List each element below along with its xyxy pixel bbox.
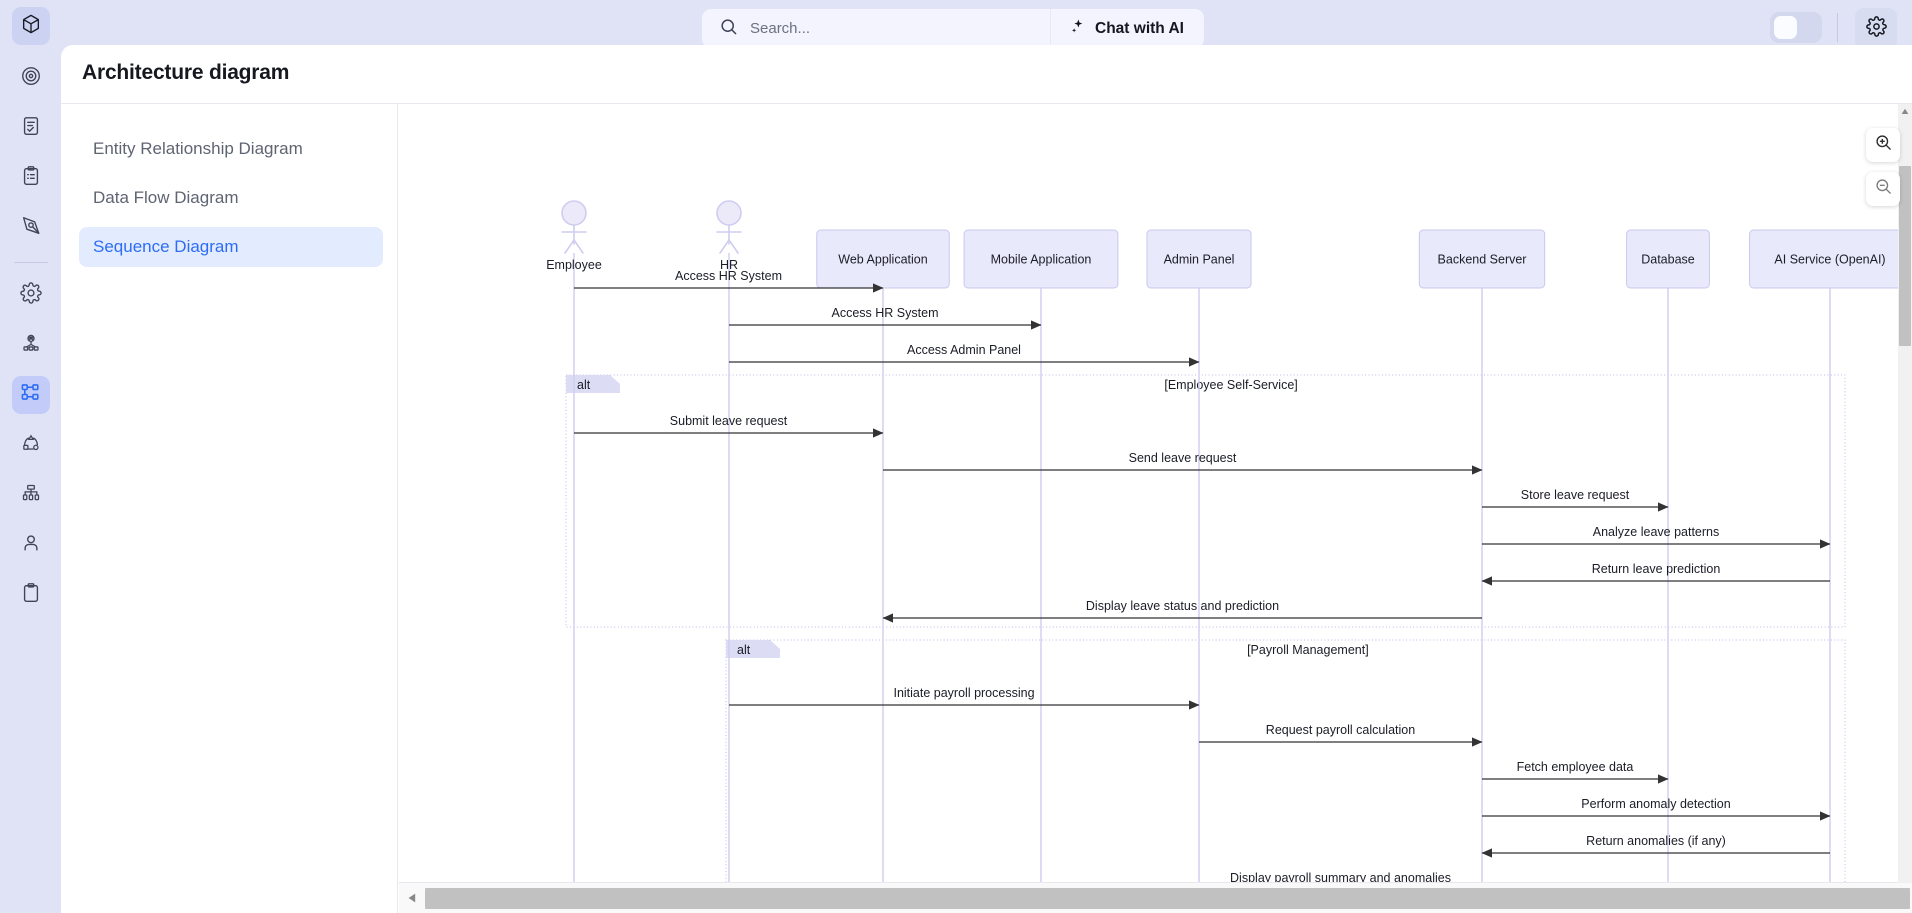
pen-tool-icon: [20, 215, 42, 242]
document-check-icon: [20, 115, 42, 142]
sparkle-icon: [1069, 18, 1086, 40]
svg-text:Fetch employee data: Fetch employee data: [1517, 760, 1634, 774]
vertical-scroll-thumb[interactable]: [1899, 166, 1911, 346]
svg-text:Send leave request: Send leave request: [1129, 451, 1237, 465]
horizontal-scrollbar[interactable]: [399, 883, 1912, 913]
gear-icon: [19, 281, 42, 309]
diagram-list-sidebar: Entity Relationship Diagram Data Flow Di…: [61, 104, 398, 913]
node-network-icon: [20, 332, 42, 359]
app-logo[interactable]: [11, 7, 50, 45]
svg-text:Initiate payroll processing: Initiate payroll processing: [893, 686, 1034, 700]
settings-button[interactable]: [1855, 8, 1897, 50]
svg-text:Request payroll calculation: Request payroll calculation: [1266, 723, 1415, 737]
sequence-diagram-svg: alt [Employee Self-Service] alt [Payroll Ma…: [546, 200, 1911, 913]
search-box[interactable]: [702, 9, 1050, 48]
svg-text:[Employee Self-Service]: [Employee Self-Service]: [1164, 378, 1297, 392]
cube-logo-icon: [20, 13, 42, 40]
clipboard-icon: [20, 582, 42, 609]
rail-item-shapes[interactable]: [12, 426, 50, 464]
zoom-in-button[interactable]: [1866, 128, 1900, 162]
diagram-list-item-erd[interactable]: Entity Relationship Diagram: [79, 129, 383, 169]
search-input[interactable]: [750, 16, 1040, 41]
left-rail: [0, 0, 61, 913]
svg-text:Access Admin Panel: Access Admin Panel: [907, 343, 1021, 357]
org-chart-icon: [20, 482, 42, 509]
clipboard-list-icon: [20, 165, 42, 192]
diagram-list-item-label: Entity Relationship Diagram: [93, 139, 303, 158]
horizontal-scroll-thumb[interactable]: [425, 887, 1910, 909]
vertical-scrollbar[interactable]: [1898, 104, 1912, 913]
search-and-ai-bar: Chat with AI: [702, 9, 1204, 48]
svg-text:alt: alt: [737, 643, 751, 657]
svg-text:Return anomalies (if any): Return anomalies (if any): [1586, 834, 1726, 848]
svg-text:Display leave status and predi: Display leave status and prediction: [1086, 599, 1279, 613]
svg-text:Employee: Employee: [546, 258, 602, 272]
diagram-list-item-sequence[interactable]: Sequence Diagram: [79, 227, 383, 267]
svg-text:Perform anomaly detection: Perform anomaly detection: [1581, 797, 1730, 811]
content-card: Architecture diagram Entity Relationship…: [61, 45, 1912, 913]
rail-item-target[interactable]: [12, 59, 50, 97]
svg-text:Database: Database: [1641, 253, 1695, 267]
svg-text:Submit leave request: Submit leave request: [670, 414, 788, 428]
topbar-divider: [1837, 13, 1838, 42]
horizontal-scroll-left-arrow[interactable]: [399, 884, 425, 912]
zoom-out-button[interactable]: [1866, 172, 1900, 206]
chat-with-ai-button[interactable]: Chat with AI: [1050, 9, 1204, 48]
shapes-graph-icon: [20, 432, 42, 459]
svg-text:Access HR System: Access HR System: [675, 269, 782, 283]
rail-item-hierarchy[interactable]: [12, 476, 50, 514]
svg-text:Admin Panel: Admin Panel: [1164, 253, 1235, 267]
rail-item-settings[interactable]: [12, 276, 50, 314]
rail-item-design[interactable]: [12, 209, 50, 247]
rail-divider: [13, 262, 48, 263]
page-title: Architecture diagram: [82, 61, 290, 84]
target-icon: [20, 65, 42, 92]
user-icon: [20, 532, 42, 559]
svg-text:Mobile Application: Mobile Application: [991, 253, 1092, 267]
gear-icon: [1865, 16, 1887, 42]
svg-text:Store leave request: Store leave request: [1521, 488, 1630, 502]
toggle-knob: [1774, 16, 1797, 39]
rail-item-tasks[interactable]: [12, 159, 50, 197]
rail-item-clipboard[interactable]: [12, 576, 50, 614]
svg-text:[Payroll Management]: [Payroll Management]: [1247, 643, 1369, 657]
svg-text:AI Service (OpenAI): AI Service (OpenAI): [1774, 253, 1885, 267]
svg-text:Access HR System: Access HR System: [832, 306, 939, 320]
app-root: Chat with AI: [0, 0, 1912, 913]
svg-text:Web Application: Web Application: [838, 253, 927, 267]
diagram-canvas[interactable]: alt [Employee Self-Service] alt [Payroll Ma…: [399, 104, 1912, 913]
rail-item-document[interactable]: [12, 109, 50, 147]
svg-text:Backend Server: Backend Server: [1438, 253, 1527, 267]
chat-with-ai-label: Chat with AI: [1095, 19, 1184, 37]
diagram-list-item-label: Data Flow Diagram: [93, 188, 239, 207]
diagram-blocks-icon: [20, 382, 42, 409]
search-icon: [719, 17, 738, 41]
svg-text:alt: alt: [577, 378, 591, 392]
rail-item-diagrams[interactable]: [11, 376, 50, 414]
rail-item-profile[interactable]: [12, 526, 50, 564]
theme-toggle[interactable]: [1770, 12, 1822, 43]
zoom-in-icon: [1874, 133, 1893, 157]
vertical-scroll-up-arrow[interactable]: [1899, 104, 1911, 118]
zoom-out-icon: [1874, 177, 1893, 201]
svg-text:Return leave prediction: Return leave prediction: [1592, 562, 1721, 576]
zoom-controls: [1866, 128, 1900, 216]
diagram-list-item-label: Sequence Diagram: [93, 237, 239, 256]
svg-text:Analyze leave patterns: Analyze leave patterns: [1593, 525, 1719, 539]
rail-item-workflow[interactable]: [12, 326, 50, 364]
diagram-list-item-dfd[interactable]: Data Flow Diagram: [79, 178, 383, 218]
